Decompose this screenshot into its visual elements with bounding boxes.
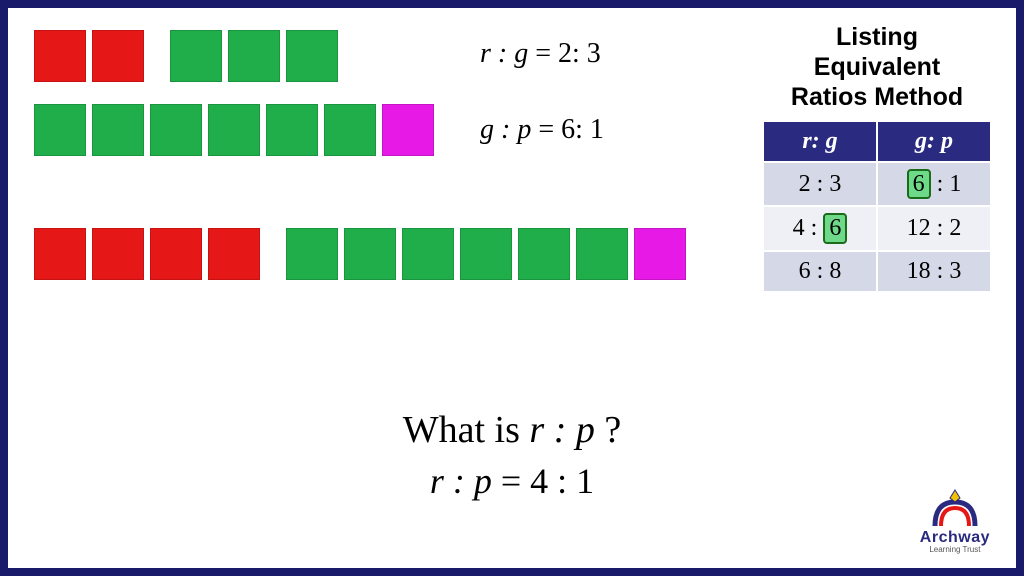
- table-cell: 18 : 3: [877, 251, 991, 292]
- ratio-vars-1: r : g: [480, 38, 528, 69]
- table-row: 2 : 36 : 1: [763, 162, 991, 206]
- answer-text: r : p = 4 : 1: [8, 460, 1016, 502]
- green-square: [324, 104, 376, 156]
- table-header-gp: g: p: [877, 121, 991, 162]
- table-cell: 6 : 1: [877, 162, 991, 206]
- equivalent-ratios-table: r: g g: p 2 : 36 : 14 : 612 : 26 : 818 :…: [762, 120, 992, 293]
- table-cell: 2 : 3: [763, 162, 877, 206]
- highlighted-value: 6: [907, 169, 931, 199]
- table-cell: 12 : 2: [877, 206, 991, 250]
- green-square: [460, 228, 512, 280]
- table-row: 6 : 818 : 3: [763, 251, 991, 292]
- ratio-row-2: [34, 104, 440, 156]
- red-square: [34, 228, 86, 280]
- ratio-val-1: 2: 3: [558, 38, 601, 69]
- red-square: [34, 30, 86, 82]
- green-square: [228, 30, 280, 82]
- green-square: [286, 30, 338, 82]
- logo-name: Archway: [920, 530, 990, 546]
- ratio-row-1: [34, 30, 344, 82]
- green-square: [576, 228, 628, 280]
- question-text: What is r : p ?: [8, 408, 1016, 452]
- archway-logo: Archway Learning Trust: [920, 488, 990, 554]
- red-square: [92, 30, 144, 82]
- highlighted-value: 6: [823, 213, 847, 243]
- green-square: [150, 104, 202, 156]
- archway-logo-icon: [931, 488, 979, 528]
- ratio-val-2: 6: 1: [561, 114, 604, 145]
- green-square: [34, 104, 86, 156]
- green-square: [92, 104, 144, 156]
- green-square: [170, 30, 222, 82]
- green-square: [208, 104, 260, 156]
- ratio-vars-2: g : p: [480, 114, 531, 145]
- green-square: [518, 228, 570, 280]
- green-square: [402, 228, 454, 280]
- red-square: [150, 228, 202, 280]
- panel-title: Listing Equivalent Ratios Method: [762, 22, 992, 112]
- ratio-label-2: g : p = 6: 1: [480, 114, 604, 146]
- logo-sub: Learning Trust: [920, 546, 990, 554]
- green-square: [286, 228, 338, 280]
- green-square: [266, 104, 318, 156]
- red-square: [208, 228, 260, 280]
- pink-square: [634, 228, 686, 280]
- red-square: [92, 228, 144, 280]
- green-square: [344, 228, 396, 280]
- table-row: 4 : 612 : 2: [763, 206, 991, 250]
- table-cell: 6 : 8: [763, 251, 877, 292]
- equivalent-ratios-panel: Listing Equivalent Ratios Method r: g g:…: [762, 22, 992, 293]
- table-cell: 4 : 6: [763, 206, 877, 250]
- table-header-rg: r: g: [763, 121, 877, 162]
- pink-square: [382, 104, 434, 156]
- ratio-row-3: [34, 228, 692, 280]
- ratio-label-1: r : g = 2: 3: [480, 38, 601, 70]
